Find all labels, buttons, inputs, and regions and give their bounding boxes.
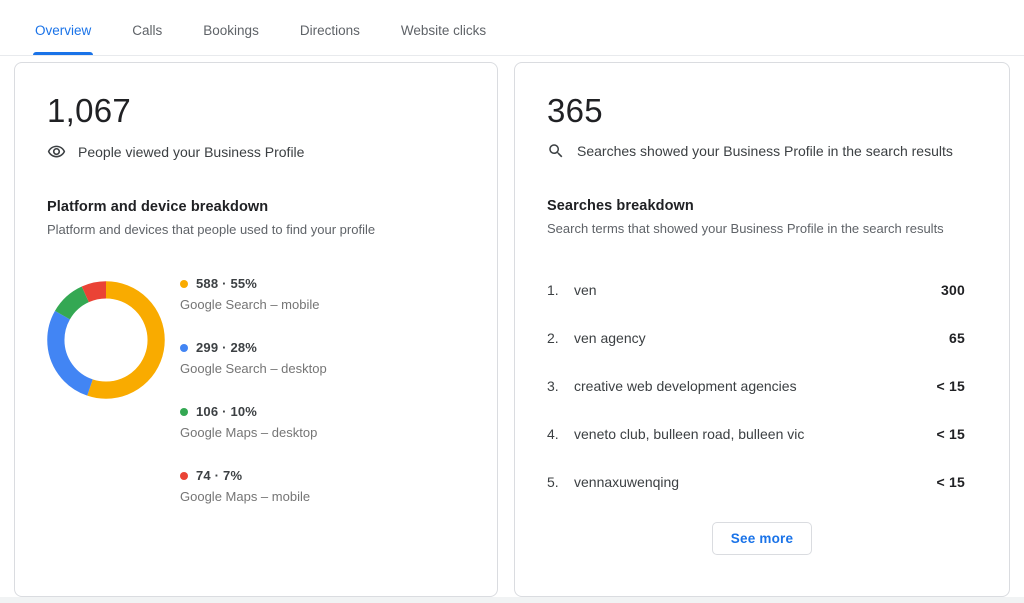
tab-bar: Overview Calls Bookings Directions Websi… [0, 0, 1024, 56]
legend-value: 299 · 28% [196, 340, 257, 355]
searches-breakdown-subtitle: Search terms that showed your Business P… [547, 221, 977, 236]
term-value: 65 [949, 330, 977, 346]
term-value: < 15 [937, 474, 977, 490]
term-text: creative web development agencies [574, 378, 937, 394]
tab-calls[interactable]: Calls [130, 23, 164, 55]
term-text: veneto club, bulleen road, bulleen vic [574, 426, 937, 442]
profile-views-caption-row: People viewed your Business Profile [47, 142, 465, 161]
insights-cards: 1,067 People viewed your Business Profil… [0, 56, 1024, 597]
eye-icon [47, 142, 66, 161]
donut-chart-svg [47, 281, 165, 399]
legend-item: 106 · 10% Google Maps – desktop [180, 404, 327, 440]
legend-value: 588 · 55% [196, 276, 257, 291]
term-value: < 15 [937, 378, 977, 394]
search-term-row: 5. vennaxuwenqing < 15 [547, 474, 977, 490]
platform-breakdown-subtitle: Platform and devices that people used to… [47, 222, 465, 237]
profile-views-caption: People viewed your Business Profile [78, 144, 304, 160]
searches-caption: Searches showed your Business Profile in… [577, 143, 953, 159]
search-term-row: 3. creative web development agencies < 1… [547, 378, 977, 394]
searches-breakdown-title: Searches breakdown [547, 198, 977, 214]
legend-dot-maps-mobile [180, 472, 188, 480]
term-text: vennaxuwenqing [574, 474, 937, 490]
platform-chart-row: 588 · 55% Google Search – mobile 299 · 2… [47, 275, 465, 504]
term-rank: 2. [547, 330, 574, 346]
tab-website-clicks[interactable]: Website clicks [399, 23, 488, 55]
legend-label: Google Search – desktop [180, 361, 327, 376]
legend-dot-search-desktop [180, 344, 188, 352]
profile-views-count: 1,067 [47, 92, 465, 130]
tab-overview[interactable]: Overview [33, 23, 93, 55]
searches-count: 365 [547, 92, 977, 130]
search-terms-list: 1. ven 300 2. ven agency 65 3. creative … [547, 282, 977, 490]
platform-donut-chart [47, 281, 165, 399]
term-value: 300 [941, 282, 977, 298]
legend-value: 106 · 10% [196, 404, 257, 419]
profile-views-card: 1,067 People viewed your Business Profil… [14, 62, 498, 597]
term-value: < 15 [937, 426, 977, 442]
tab-directions[interactable]: Directions [298, 23, 362, 55]
search-term-row: 4. veneto club, bulleen road, bulleen vi… [547, 426, 977, 442]
searches-card: 365 Searches showed your Business Profil… [514, 62, 1010, 597]
tab-bookings[interactable]: Bookings [201, 23, 261, 55]
term-text: ven [574, 282, 941, 298]
legend-label: Google Maps – desktop [180, 425, 327, 440]
platform-legend: 588 · 55% Google Search – mobile 299 · 2… [180, 275, 327, 504]
term-rank: 3. [547, 378, 574, 394]
bottom-strip [0, 597, 1024, 603]
term-rank: 4. [547, 426, 574, 442]
legend-item: 74 · 7% Google Maps – mobile [180, 468, 327, 504]
search-term-row: 2. ven agency 65 [547, 330, 977, 346]
legend-label: Google Search – mobile [180, 297, 327, 312]
legend-dot-maps-desktop [180, 408, 188, 416]
term-text: ven agency [574, 330, 949, 346]
search-icon [547, 142, 565, 160]
term-rank: 1. [547, 282, 574, 298]
legend-dot-search-mobile [180, 280, 188, 288]
legend-label: Google Maps – mobile [180, 489, 327, 504]
platform-breakdown-title: Platform and device breakdown [47, 199, 465, 215]
legend-item: 588 · 55% Google Search – mobile [180, 276, 327, 312]
search-term-row: 1. ven 300 [547, 282, 977, 298]
legend-item: 299 · 28% Google Search – desktop [180, 340, 327, 376]
searches-caption-row: Searches showed your Business Profile in… [547, 142, 977, 160]
see-more-button[interactable]: See more [712, 522, 812, 555]
legend-value: 74 · 7% [196, 468, 242, 483]
term-rank: 5. [547, 474, 574, 490]
